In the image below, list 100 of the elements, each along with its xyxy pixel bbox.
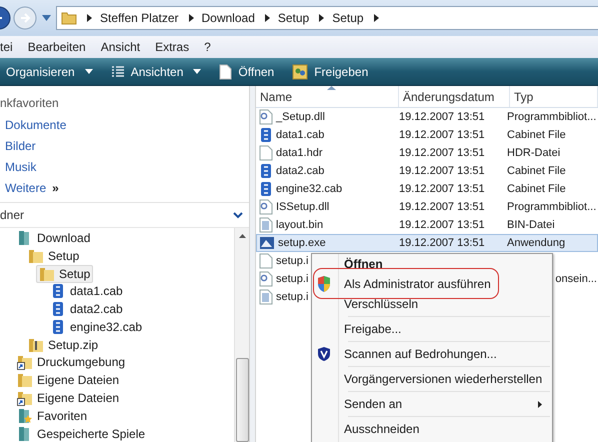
tree-item[interactable]: Druckumgebung	[14, 353, 128, 372]
context-menu-item[interactable]: Scannen auf Bedrohungen...	[312, 344, 552, 364]
file-row[interactable]: engine32.cab 19.12.2007 13:51 Cabinet File	[256, 180, 598, 198]
file-icon	[259, 145, 273, 161]
cabinet-file-icon	[50, 318, 66, 335]
tree-item[interactable]: Favoriten	[14, 406, 90, 425]
column-header[interactable]: Änderungsdatum	[399, 86, 510, 107]
file-type: BIN-Datei	[507, 219, 555, 231]
context-menu-item[interactable]: Öffnen	[312, 254, 552, 274]
menu-item[interactable]: ?	[204, 40, 211, 54]
file-name[interactable]: setup.i	[276, 273, 308, 285]
file-name: engine32.cab	[276, 183, 342, 195]
breadcrumb[interactable]: Setup	[278, 11, 310, 25]
favorite-link[interactable]: Dokumente	[5, 118, 66, 132]
collapse-chevron-icon[interactable]	[233, 212, 243, 218]
breadcrumb-arrow-icon[interactable]	[188, 14, 194, 22]
settings-file-icon	[259, 271, 273, 287]
tree-item[interactable]: Eigene Dateien	[14, 389, 122, 408]
breadcrumb[interactable]: Steffen Platzer	[100, 11, 178, 25]
cabinet-file-icon	[259, 163, 273, 179]
tree-item[interactable]: data1.cab	[47, 282, 126, 300]
file-name: layout.bin	[276, 219, 324, 231]
sort-arrow-icon	[327, 86, 336, 90]
modified-date: 19.12.2007 13:51	[399, 165, 485, 177]
tree-item[interactable]: Setup.zip	[25, 336, 102, 354]
breadcrumb-arrow-icon[interactable]	[319, 14, 324, 22]
section-header: nkfavoriten	[0, 95, 60, 112]
favorite-link[interactable]: Weitere	[5, 180, 46, 194]
column-header[interactable]: Typ	[510, 86, 598, 107]
breadcrumb[interactable]: Setup	[332, 11, 364, 25]
tree-item[interactable]: engine32.cab	[47, 318, 146, 336]
context-menu-item[interactable]: Verschlüsseln	[312, 294, 552, 314]
modified-date: 19.12.2007 13:51	[399, 237, 485, 249]
tree-item[interactable]: Eigene Dateien	[14, 371, 122, 390]
menu-item[interactable]: Extras	[155, 40, 190, 54]
file-row[interactable]: data2.cab 19.12.2007 13:51 Cabinet File	[256, 162, 598, 180]
file-type: Cabinet File	[507, 129, 566, 141]
file-name: data2.cab	[276, 165, 324, 177]
modified-date: 19.12.2007 13:51	[399, 111, 485, 123]
tree-item[interactable]: data2.cab	[47, 300, 126, 318]
caret-icon	[193, 69, 202, 74]
breadcrumb-arrow-icon[interactable]	[87, 14, 92, 22]
file-type: Programmbibliot...	[507, 201, 596, 213]
file-name: ISSetup.dll	[276, 201, 330, 213]
file-icon	[259, 253, 273, 269]
cabinet-file-icon	[259, 127, 273, 143]
file-name[interactable]: setup.i	[276, 291, 308, 303]
file-name: data1.hdr	[276, 147, 322, 159]
more-mark[interactable]: »	[52, 180, 59, 194]
context-menu-item[interactable]: Senden an	[312, 394, 552, 414]
zip-folder-icon	[28, 336, 44, 353]
context-menu-item[interactable]: Ausschneiden	[312, 419, 552, 439]
favorite-link[interactable]: Musik	[5, 160, 36, 174]
star-folder-icon	[17, 408, 33, 424]
section-header: dner	[0, 208, 24, 222]
scrollbar[interactable]	[234, 228, 249, 442]
menu-item[interactable]: Ansicht	[100, 40, 140, 54]
file-type: Cabinet File	[507, 183, 566, 195]
scroll-up-icon[interactable]	[238, 234, 246, 238]
address-field[interactable]: Steffen Platzer Download Setup Setup	[56, 6, 598, 30]
context-menu-item[interactable]: Freigabe...	[312, 319, 552, 339]
file-type: Anwendung	[507, 237, 566, 249]
cabinet-file-icon	[50, 283, 66, 300]
toolbar-button[interactable]: Ansichten	[108, 62, 204, 80]
toolbar-button[interactable]: Organisieren	[4, 62, 95, 80]
breadcrumb-arrow-icon[interactable]	[264, 14, 270, 22]
file-row[interactable]: _Setup.dll 19.12.2007 13:51 Programmbibliot...	[256, 108, 598, 126]
context-menu-item[interactable]: Als Administrator ausführen	[312, 274, 552, 294]
breadcrumb-arrow-icon[interactable]	[374, 14, 379, 22]
favorite-link[interactable]: Bilder	[5, 138, 36, 152]
modified-date: 19.12.2007 13:51	[399, 183, 485, 195]
menu-item[interactable]: Bearbeiten	[28, 40, 86, 54]
context-menu-item[interactable]: Vorgängerversionen wiederherstellen	[312, 369, 552, 389]
gear-file-icon	[259, 199, 273, 215]
folder-icon	[28, 248, 44, 264]
file-name: data1.cab	[276, 129, 324, 141]
file-type: HDR-Datei	[507, 147, 560, 159]
tree-item[interactable]: Gespeicherte Spiele	[14, 424, 148, 442]
caret-icon	[84, 69, 93, 74]
shield-icon	[318, 347, 330, 361]
column-header[interactable]: Name	[256, 86, 399, 107]
toolbar-button[interactable]: Öffnen	[217, 62, 276, 82]
file-row[interactable]: setup.exe 19.12.2007 13:51 Anwendung	[256, 234, 598, 252]
toolbar-button[interactable]: Freigeben	[290, 62, 370, 82]
tree-item[interactable]: Download	[14, 228, 94, 247]
tree-item[interactable]: Setup	[36, 264, 94, 282]
folder-shortcut-icon	[17, 354, 33, 370]
submenu-arrow-icon	[538, 400, 542, 408]
history-dropdown-icon[interactable]	[42, 15, 51, 21]
file-name[interactable]: setup.i	[276, 255, 308, 267]
file-row[interactable]: ISSetup.dll 19.12.2007 13:51 Programmbibliot...	[256, 198, 598, 216]
folder-icon	[39, 266, 55, 282]
file-row[interactable]: data1.hdr 19.12.2007 13:51 HDR-Datei	[256, 144, 598, 162]
share-icon	[292, 64, 308, 80]
menu-item[interactable]: tei	[0, 40, 13, 54]
tree-item[interactable]: Setup	[25, 246, 82, 265]
breadcrumb[interactable]: Download	[202, 11, 255, 25]
file-row[interactable]: layout.bin 19.12.2007 13:51 BIN-Datei	[256, 216, 598, 234]
file-type: Programmbibliot...	[507, 111, 596, 123]
file-row[interactable]: data1.cab 19.12.2007 13:51 Cabinet File	[256, 126, 598, 144]
